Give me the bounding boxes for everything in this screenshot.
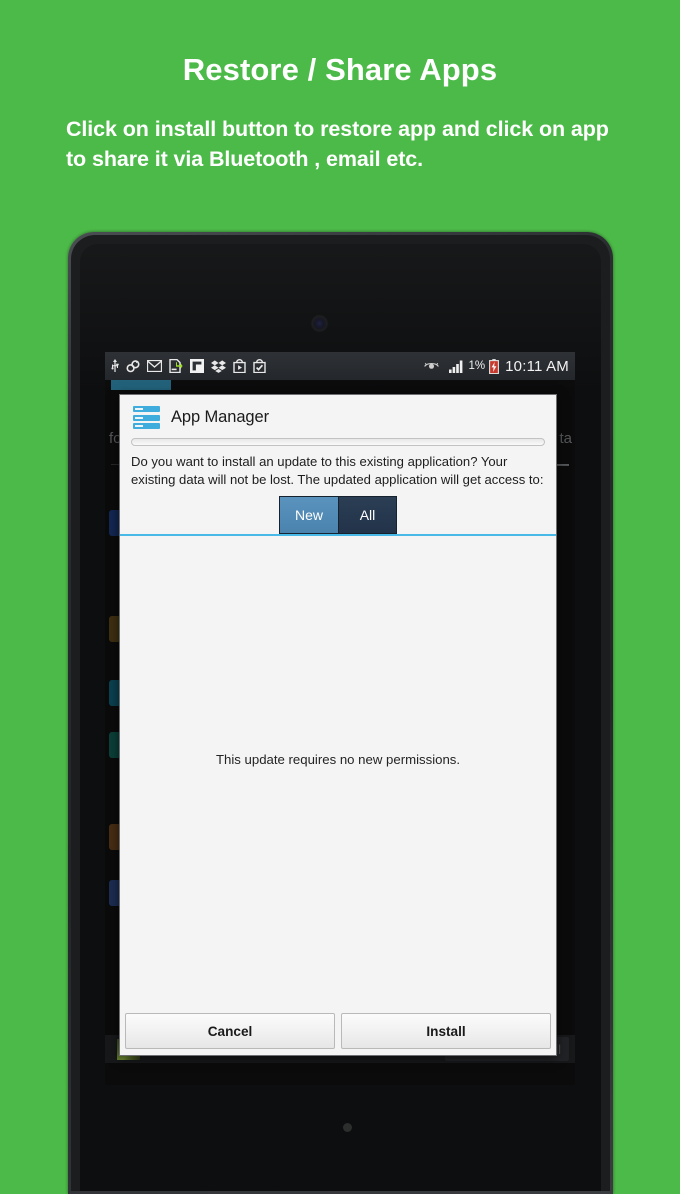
status-bar-clock: 10:11 AM bbox=[505, 357, 569, 375]
page-title: Restore / Share Apps bbox=[182, 52, 498, 87]
status-bar: 1% 10:11 AM bbox=[105, 352, 575, 380]
permissions-body: This update requires no new permissions. bbox=[120, 536, 556, 1007]
tab-all[interactable]: All bbox=[338, 496, 397, 535]
dropbox-icon bbox=[211, 359, 226, 373]
front-camera-icon bbox=[312, 316, 327, 331]
flipboard-icon bbox=[190, 359, 204, 373]
dialog-progress-track bbox=[131, 438, 545, 446]
permission-tabs: New All bbox=[120, 496, 556, 535]
status-bar-right-icons: 1% 10:11 AM bbox=[423, 357, 570, 375]
dialog-header: App Manager bbox=[120, 395, 556, 429]
tab-new[interactable]: New bbox=[279, 496, 338, 535]
signal-bars-icon bbox=[448, 360, 465, 373]
permissions-message: This update requires no new permissions. bbox=[215, 752, 461, 768]
status-bar-left-icons bbox=[111, 359, 266, 373]
app-icon-bar bbox=[133, 423, 160, 429]
app-manager-list-icon bbox=[133, 406, 160, 429]
home-indicator-dot bbox=[343, 1123, 352, 1132]
tablet-device: 1% 10:11 AM fo ta App Manager Do you wan… bbox=[68, 232, 613, 1194]
eye-icon bbox=[423, 361, 439, 371]
device-inner-frame: 1% 10:11 AM fo ta App Manager Do you wan… bbox=[71, 235, 610, 1191]
app-icon-bar bbox=[133, 406, 160, 412]
promo-subtitle: Click on install button to restore app a… bbox=[66, 116, 609, 172]
dialog-message: Do you want to install an update to this… bbox=[131, 454, 544, 488]
gmail-icon bbox=[147, 360, 162, 372]
background-tab-indicator bbox=[111, 380, 171, 390]
share-file-icon bbox=[169, 359, 183, 373]
battery-charging-icon bbox=[489, 358, 500, 374]
dialog-button-row: Cancel Install bbox=[120, 1007, 556, 1055]
dialog-app-title: App Manager bbox=[171, 408, 269, 426]
app-icon-bar bbox=[133, 414, 160, 421]
install-button[interactable]: Install bbox=[341, 1013, 551, 1049]
device-bezel: 1% 10:11 AM fo ta App Manager Do you wan… bbox=[80, 244, 601, 1191]
promo-header: Restore / Share Apps Click on install bu… bbox=[0, 0, 680, 175]
install-dialog: App Manager Do you want to install an up… bbox=[119, 394, 557, 1056]
checklist-bag-icon bbox=[253, 359, 266, 373]
play-store-icon bbox=[233, 359, 246, 373]
sync-icon bbox=[126, 359, 140, 373]
device-screen: 1% 10:11 AM fo ta App Manager Do you wan… bbox=[105, 352, 575, 1085]
usb-icon bbox=[111, 359, 119, 373]
battery-percent-label: 1% bbox=[468, 360, 486, 372]
background-text-right: ta bbox=[559, 430, 572, 447]
cancel-button[interactable]: Cancel bbox=[125, 1013, 335, 1049]
